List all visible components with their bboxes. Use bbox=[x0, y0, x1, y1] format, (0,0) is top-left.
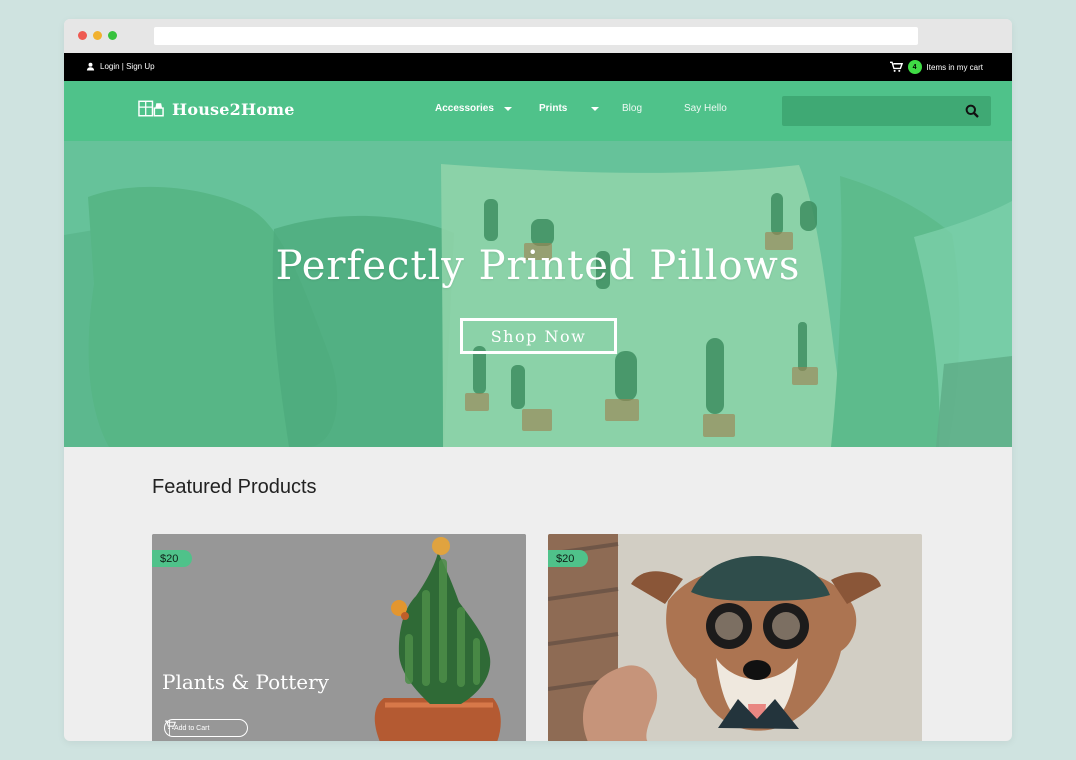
brand-logo[interactable]: House2Home bbox=[138, 99, 295, 119]
browser-window: Login | Sign Up 4 Items in my cart House… bbox=[64, 19, 1012, 741]
hero-banner: Perfectly Printed Pillows Shop Now bbox=[64, 141, 1012, 447]
furniture-logo-icon bbox=[138, 100, 164, 117]
dog-product-image bbox=[548, 534, 922, 741]
cart-icon bbox=[165, 720, 176, 730]
search-input[interactable] bbox=[782, 96, 972, 126]
hero-title: Perfectly Printed Pillows bbox=[275, 243, 801, 289]
cart-label: Items in my cart bbox=[926, 62, 983, 72]
minimize-window-button[interactable] bbox=[93, 31, 102, 40]
address-bar[interactable] bbox=[154, 27, 918, 45]
add-to-cart-button[interactable]: Add to Cart bbox=[164, 719, 248, 737]
cart-summary[interactable]: 4 Items in my cart bbox=[889, 60, 983, 74]
nav-item-prints-label: Prints bbox=[539, 103, 568, 114]
search-box bbox=[782, 96, 991, 126]
cart-icon bbox=[889, 61, 903, 72]
shop-now-button[interactable]: Shop Now bbox=[460, 318, 617, 354]
main-navigation: House2Home Accessories Prints Blog Say H… bbox=[64, 81, 1012, 141]
price-badge: $20 bbox=[152, 550, 192, 567]
nav-item-accessories-label: Accessories bbox=[435, 103, 494, 114]
cactus-product-image bbox=[152, 534, 526, 741]
price-badge: $20 bbox=[548, 550, 588, 567]
login-signup-label: Login | Sign Up bbox=[100, 62, 155, 71]
browser-chrome bbox=[64, 19, 1012, 53]
pillows-background-image bbox=[64, 141, 1012, 447]
close-window-button[interactable] bbox=[78, 31, 87, 40]
nav-item-say-hello-label: Say Hello bbox=[684, 103, 727, 114]
nav-item-accessories[interactable]: Accessories bbox=[435, 103, 512, 114]
top-bar: Login | Sign Up 4 Items in my cart bbox=[64, 53, 1012, 81]
maximize-window-button[interactable] bbox=[108, 31, 117, 40]
nav-item-blog[interactable]: Blog bbox=[622, 103, 642, 114]
nav-item-say-hello[interactable]: Say Hello bbox=[684, 103, 727, 114]
cart-count-badge: 4 bbox=[907, 60, 922, 74]
product-card-plants-pottery[interactable]: $20 Plants & Pottery Add to Cart bbox=[152, 534, 526, 741]
featured-products-title: Featured Products bbox=[152, 476, 317, 498]
product-title: Plants & Pottery bbox=[162, 670, 329, 694]
product-card-dog-print[interactable]: $20 bbox=[548, 534, 922, 741]
nav-item-prints[interactable]: Prints bbox=[539, 103, 600, 114]
nav-item-blog-label: Blog bbox=[622, 103, 643, 114]
button-divider bbox=[169, 720, 170, 736]
chevron-down-icon bbox=[591, 106, 600, 111]
chevron-down-icon bbox=[503, 106, 512, 111]
user-icon bbox=[86, 62, 95, 71]
add-to-cart-label: Add to Cart bbox=[174, 724, 210, 732]
brand-name: House2Home bbox=[172, 99, 295, 119]
search-icon[interactable] bbox=[965, 104, 979, 118]
login-signup-link[interactable]: Login | Sign Up bbox=[86, 62, 155, 71]
